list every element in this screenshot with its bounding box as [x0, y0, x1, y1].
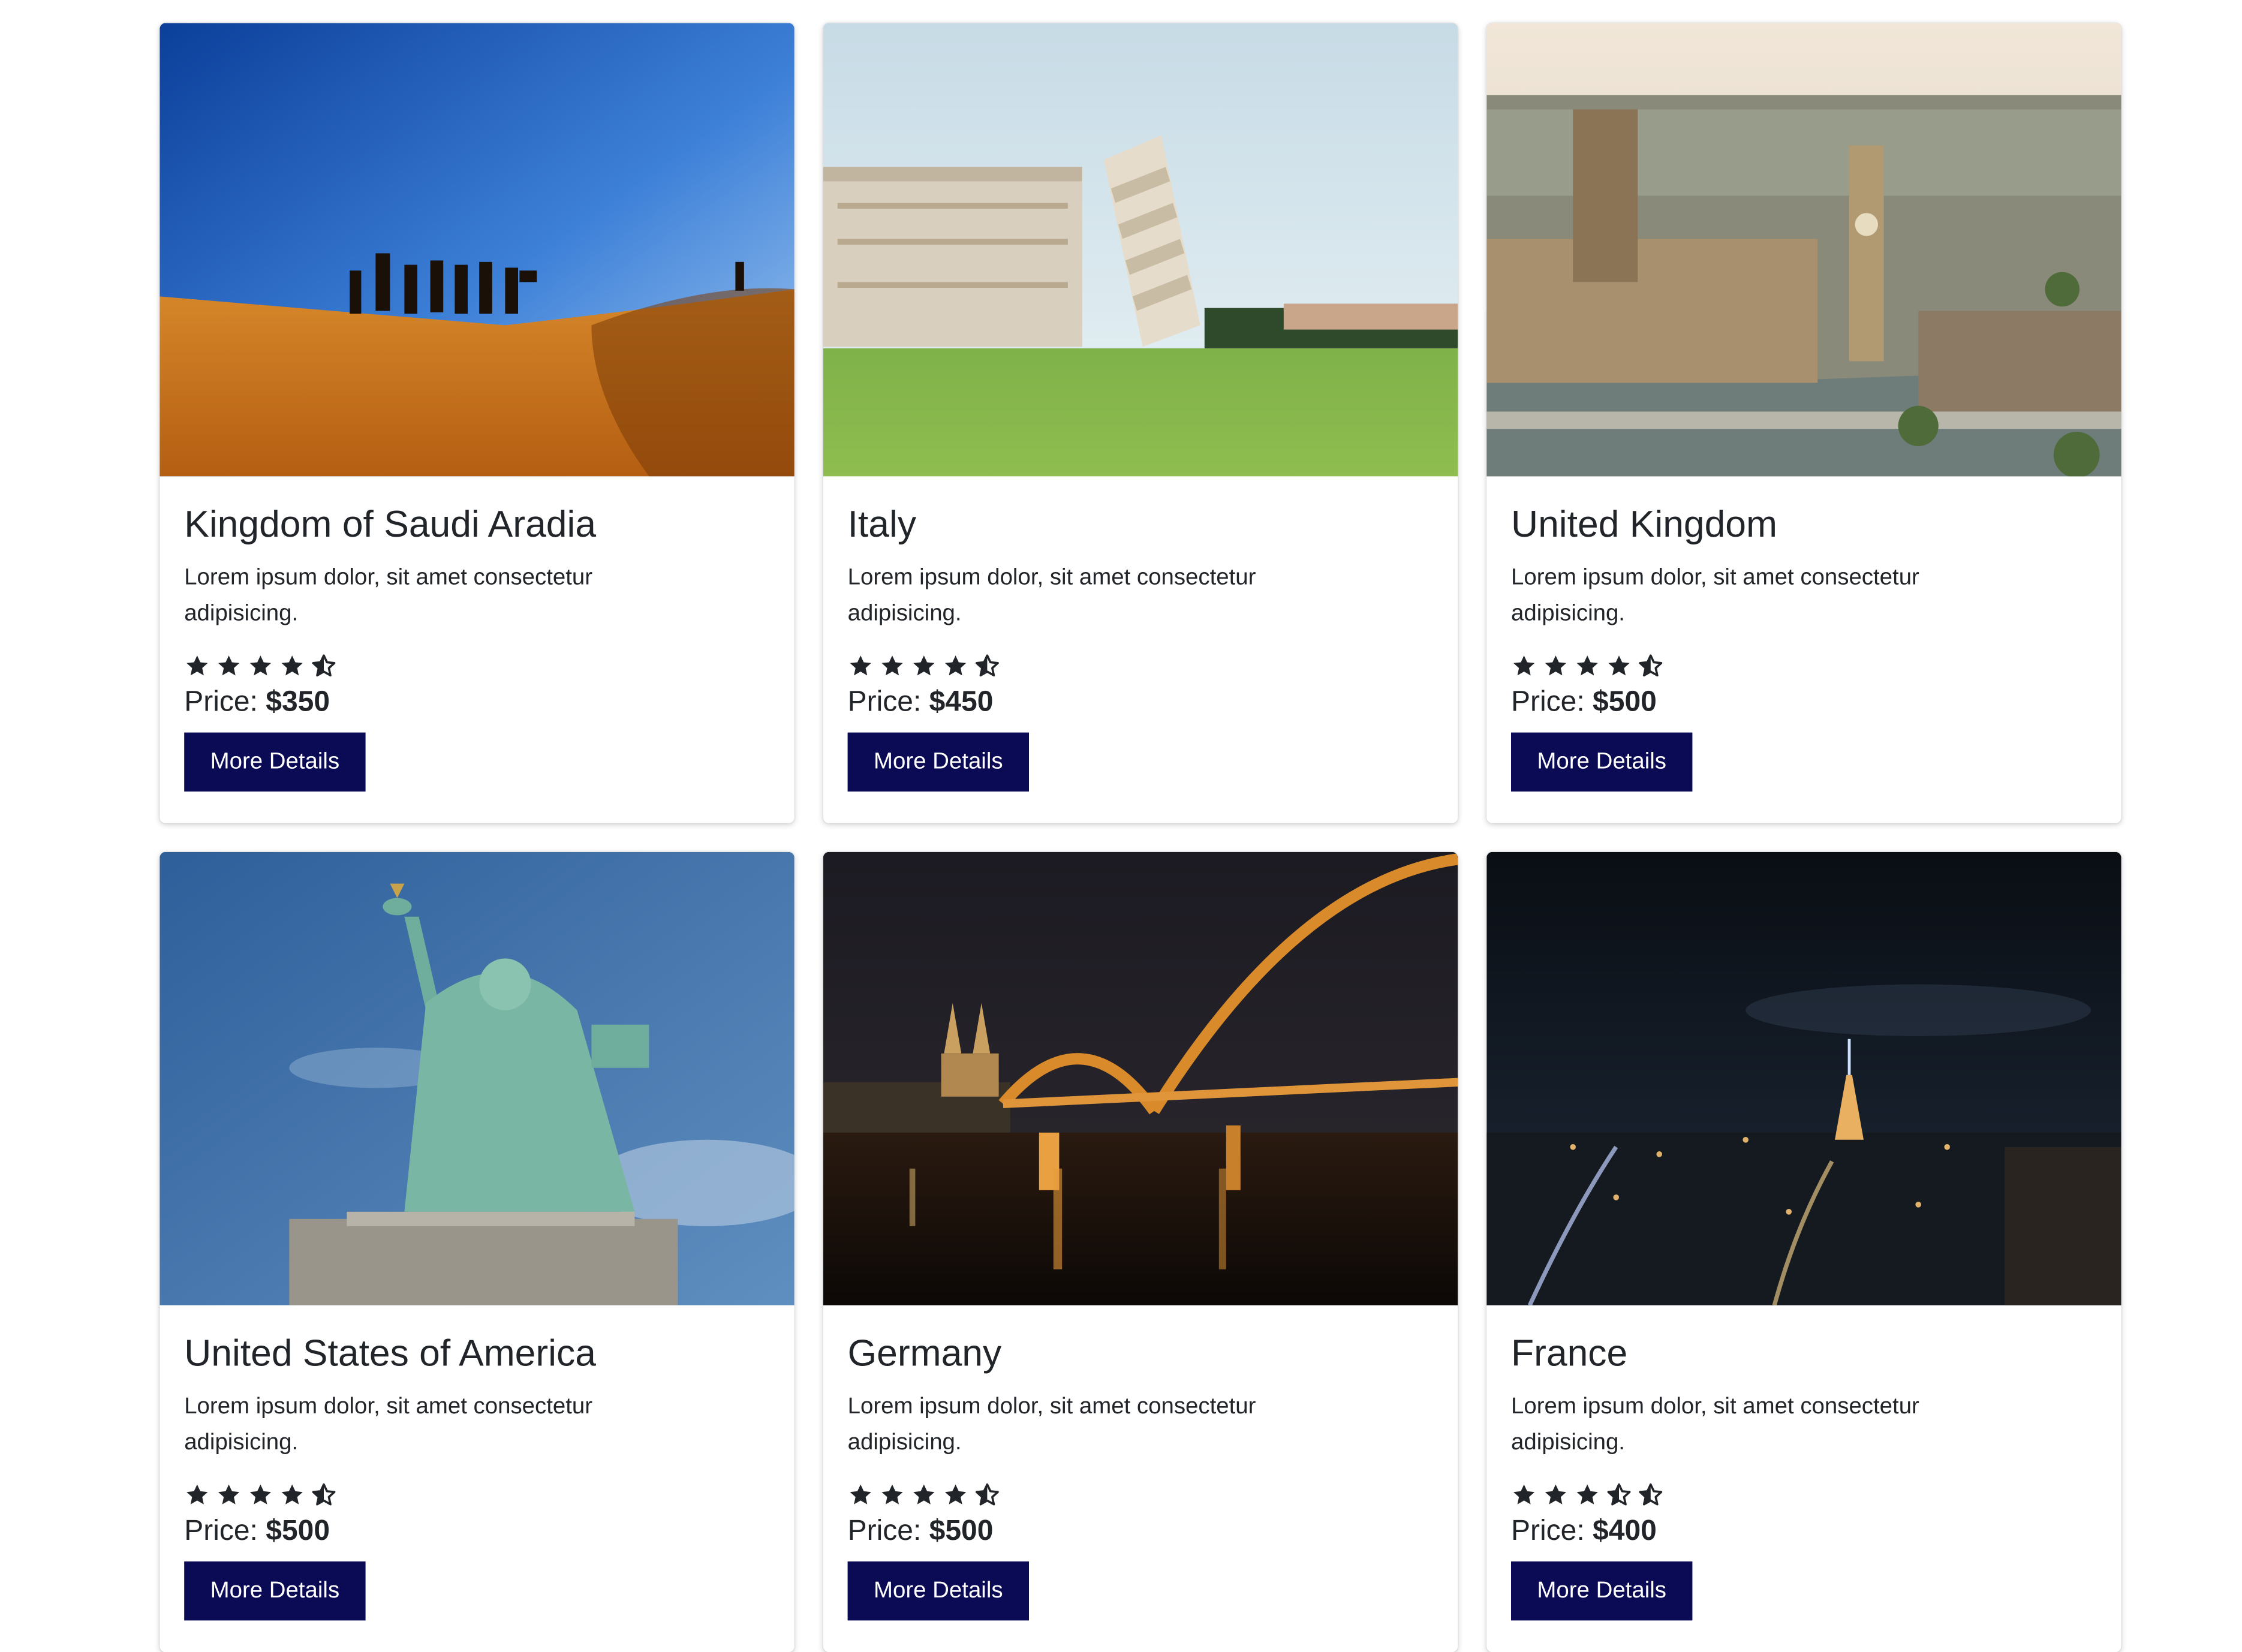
price: Price: $500 — [184, 1512, 770, 1549]
destination-card: Germany Lorem ipsum dolor, sit amet cons… — [823, 851, 1458, 1652]
more-details-button[interactable]: More Details — [847, 732, 1030, 792]
price-value: $400 — [1593, 1515, 1657, 1547]
star-full-icon — [281, 1484, 303, 1504]
star-full-icon — [281, 655, 303, 676]
rating-stars — [184, 1481, 770, 1510]
star-full-icon — [218, 1484, 240, 1504]
price: Price: $500 — [848, 1512, 1434, 1549]
destination-image-london — [1486, 23, 2121, 477]
star-full-icon — [186, 655, 208, 676]
destination-title: United Kingdom — [1511, 502, 1777, 546]
destination-title: Italy — [847, 502, 917, 546]
rating-stars — [848, 1481, 1434, 1510]
destination-card: Italy Lorem ipsum dolor, sit amet consec… — [823, 23, 1458, 823]
destination-title: Germany — [847, 1331, 1002, 1374]
price-value: $350 — [266, 686, 330, 718]
price: Price: $450 — [848, 684, 1434, 721]
destination-card: Kingdom of Saudi Aradia Lorem ipsum dolo… — [160, 23, 795, 823]
star-full-icon — [913, 655, 935, 676]
star-full-icon — [249, 1484, 272, 1504]
star-full-icon — [1545, 655, 1567, 676]
star-full-icon — [944, 655, 967, 676]
rating-stars — [1511, 652, 2097, 681]
destination-card-grid: Kingdom of Saudi Aradia Lorem ipsum dolo… — [160, 23, 2123, 1652]
star-full-icon — [218, 655, 240, 676]
rating-stars — [184, 652, 770, 681]
destination-title: Kingdom of Saudi Aradia — [184, 502, 597, 546]
rating-stars — [848, 652, 1434, 681]
star-full-icon — [1545, 1484, 1567, 1504]
more-details-button[interactable]: More Details — [184, 732, 366, 792]
destination-image-desert — [160, 23, 795, 477]
star-full-icon — [186, 1484, 208, 1504]
star-full-icon — [913, 1484, 935, 1504]
star-full-icon — [1513, 655, 1535, 676]
more-details-button[interactable]: More Details — [847, 1561, 1030, 1621]
price-label: Price: — [184, 686, 258, 718]
star-full-icon — [881, 655, 903, 676]
star-half-icon — [312, 654, 336, 677]
price-label: Price: — [1511, 686, 1585, 718]
destination-description: Lorem ipsum dolor, sit amet consectetur … — [184, 565, 593, 626]
price-label: Price: — [847, 686, 922, 718]
price-value: $500 — [929, 1515, 994, 1547]
destination-description: Lorem ipsum dolor, sit amet consectetur … — [1511, 1394, 1919, 1455]
star-half-icon — [1639, 654, 1663, 677]
price-label: Price: — [184, 1515, 258, 1547]
star-full-icon — [944, 1484, 967, 1504]
destination-description: Lorem ipsum dolor, sit amet consectetur … — [847, 1394, 1256, 1455]
star-full-icon — [1576, 1484, 1598, 1504]
star-full-icon — [1576, 655, 1598, 676]
more-details-button[interactable]: More Details — [1511, 732, 1693, 792]
price-value: $500 — [1593, 686, 1657, 718]
destination-image-paris-night — [1486, 851, 2121, 1305]
price-value: $450 — [929, 686, 994, 718]
destination-title: United States of America — [184, 1331, 596, 1374]
more-details-button[interactable]: More Details — [1511, 1561, 1693, 1621]
price-value: $500 — [266, 1515, 330, 1547]
price: Price: $500 — [1511, 684, 2097, 721]
price-label: Price: — [1511, 1515, 1585, 1547]
price-label: Price: — [847, 1515, 922, 1547]
price: Price: $350 — [184, 684, 770, 721]
destination-description: Lorem ipsum dolor, sit amet consectetur … — [847, 565, 1256, 626]
destination-card: France Lorem ipsum dolor, sit amet conse… — [1486, 851, 2121, 1652]
destination-title: France — [1511, 1331, 1628, 1374]
star-full-icon — [881, 1484, 903, 1504]
star-full-icon — [249, 655, 272, 676]
star-full-icon — [1608, 655, 1630, 676]
rating-stars — [1511, 1481, 2097, 1510]
price: Price: $400 — [1511, 1512, 2097, 1549]
more-details-button[interactable]: More Details — [184, 1561, 366, 1621]
star-full-icon — [1513, 1484, 1535, 1504]
star-half-icon — [1607, 1483, 1631, 1506]
destination-card: United Kingdom Lorem ipsum dolor, sit am… — [1486, 23, 2121, 823]
destination-description: Lorem ipsum dolor, sit amet consectetur … — [1511, 565, 1919, 626]
star-full-icon — [850, 1484, 871, 1504]
star-half-icon — [1639, 1483, 1663, 1506]
destination-card: United States of America Lorem ipsum dol… — [160, 851, 795, 1652]
star-half-icon — [975, 654, 999, 677]
page: Kingdom of Saudi Aradia Lorem ipsum dolo… — [0, 0, 2242, 1652]
destination-image-pisa — [823, 23, 1458, 477]
star-half-icon — [312, 1483, 336, 1506]
destination-description: Lorem ipsum dolor, sit amet consectetur … — [184, 1394, 593, 1455]
destination-image-statue-of-liberty — [160, 851, 795, 1305]
destination-image-cologne-bridge — [823, 851, 1458, 1305]
star-full-icon — [850, 655, 871, 676]
star-half-icon — [975, 1483, 999, 1506]
